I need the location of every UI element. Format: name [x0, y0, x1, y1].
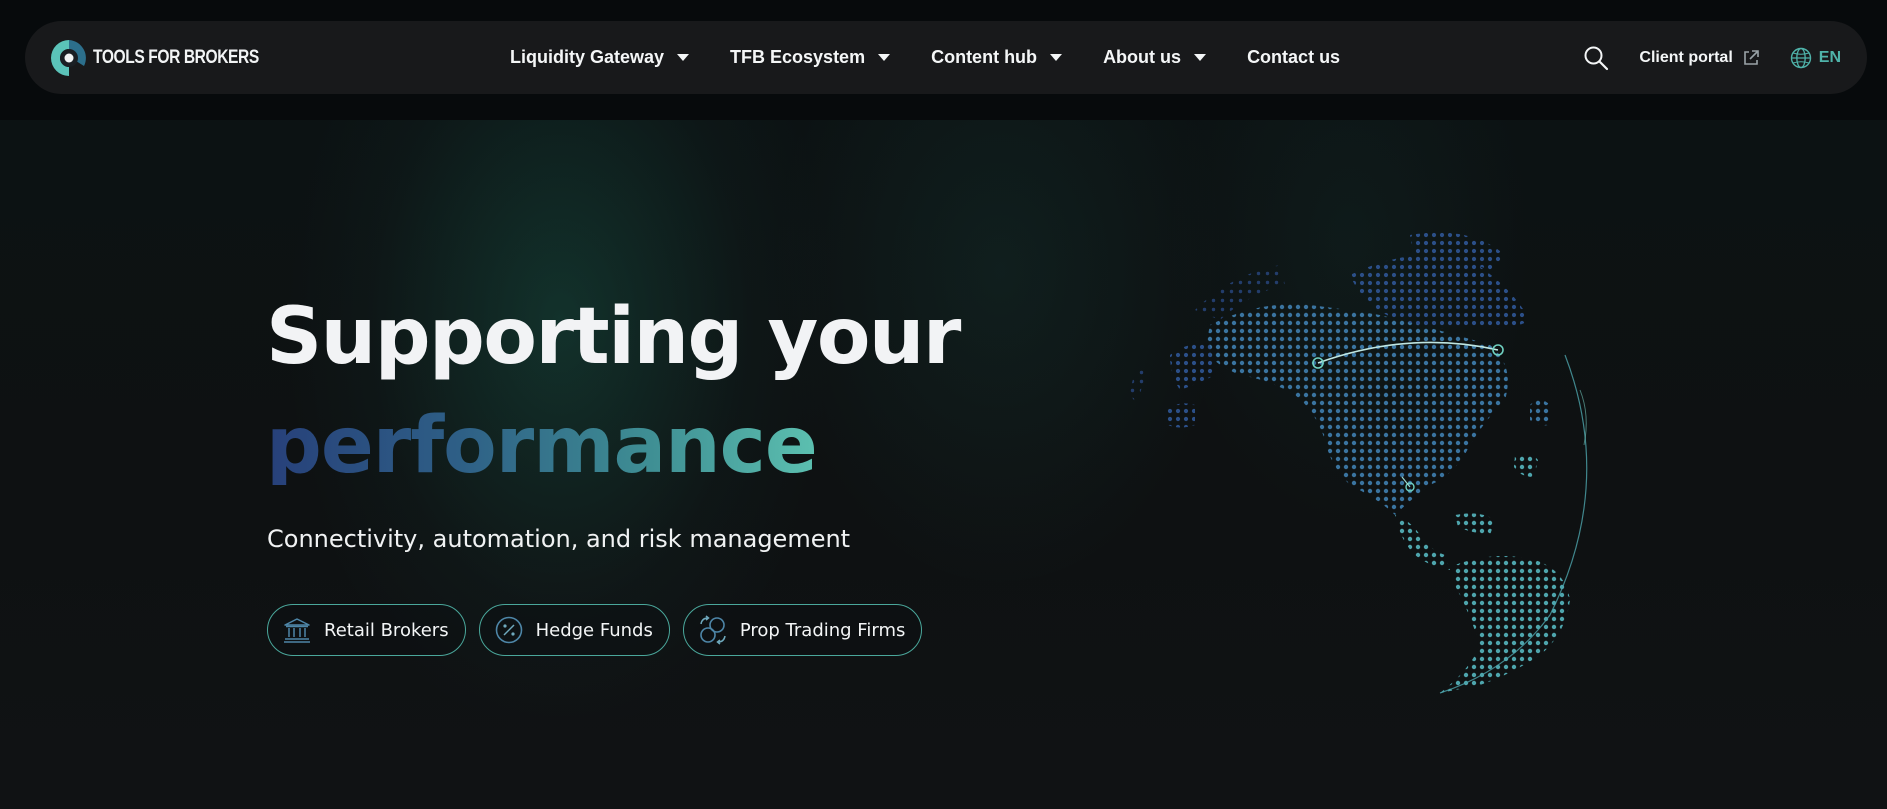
logo[interactable]: TOOLS FOR BROKERS	[51, 38, 295, 78]
language-selector[interactable]: EN	[1790, 47, 1841, 69]
pill-label: Prop Trading Firms	[739, 619, 906, 641]
percent-icon	[495, 616, 522, 644]
nav-item-label: Contact us	[1247, 47, 1341, 67]
audience-pills: Retail Brokers Hedge Funds Prop Trading …	[267, 604, 935, 656]
chevron-down-icon	[677, 54, 690, 61]
main-nav: Liquidity Gateway TFB Ecosystem Content …	[510, 21, 1381, 94]
exchange-icon	[700, 615, 726, 645]
dotted-globe-icon	[1130, 232, 1588, 694]
hero-title: Supporting your	[266, 292, 961, 382]
external-link-icon	[1743, 49, 1759, 65]
hero-subtitle: Connectivity, automation, and risk manag…	[267, 525, 851, 553]
nav-actions: Client portal EN	[1583, 21, 1841, 94]
nav-item-label: About us	[1103, 47, 1182, 67]
hero-title-accent: performance	[266, 401, 818, 491]
pill-label: Retail Brokers	[324, 619, 449, 641]
navbar: TOOLS FOR BROKERS Liquidity Gateway TFB …	[25, 21, 1867, 94]
language-label: EN	[1818, 48, 1841, 66]
nav-item-about-us[interactable]: About us	[1103, 47, 1207, 68]
chevron-down-icon	[1050, 54, 1063, 61]
nav-item-label: Liquidity Gateway	[510, 47, 665, 67]
nav-item-contact-us[interactable]: Contact us	[1247, 47, 1340, 68]
bank-icon	[284, 618, 310, 643]
nav-item-content-hub[interactable]: Content hub	[931, 47, 1063, 68]
retail-brokers-button[interactable]: Retail Brokers	[267, 604, 466, 656]
tfb-logo-icon	[51, 40, 86, 76]
client-portal-link[interactable]: Client portal	[1639, 49, 1759, 67]
nav-item-label: Content hub	[931, 47, 1038, 67]
logo-text: TOOLS FOR BROKERS	[93, 47, 259, 68]
prop-trading-firms-button[interactable]: Prop Trading Firms	[682, 604, 923, 656]
pill-label: Hedge Funds	[535, 619, 653, 641]
globe-icon	[1790, 47, 1811, 68]
search-icon[interactable]	[1583, 45, 1609, 71]
nav-item-liquidity-gateway[interactable]: Liquidity Gateway	[510, 47, 690, 68]
hedge-funds-button[interactable]: Hedge Funds	[478, 604, 670, 656]
chevron-down-icon	[1194, 54, 1207, 61]
nav-item-tfb-ecosystem[interactable]: TFB Ecosystem	[730, 47, 891, 68]
client-portal-label: Client portal	[1639, 48, 1733, 66]
chevron-down-icon	[878, 54, 891, 61]
nav-item-label: TFB Ecosystem	[730, 47, 866, 67]
page: TOOLS FOR BROKERS Liquidity Gateway TFB …	[0, 0, 1887, 809]
